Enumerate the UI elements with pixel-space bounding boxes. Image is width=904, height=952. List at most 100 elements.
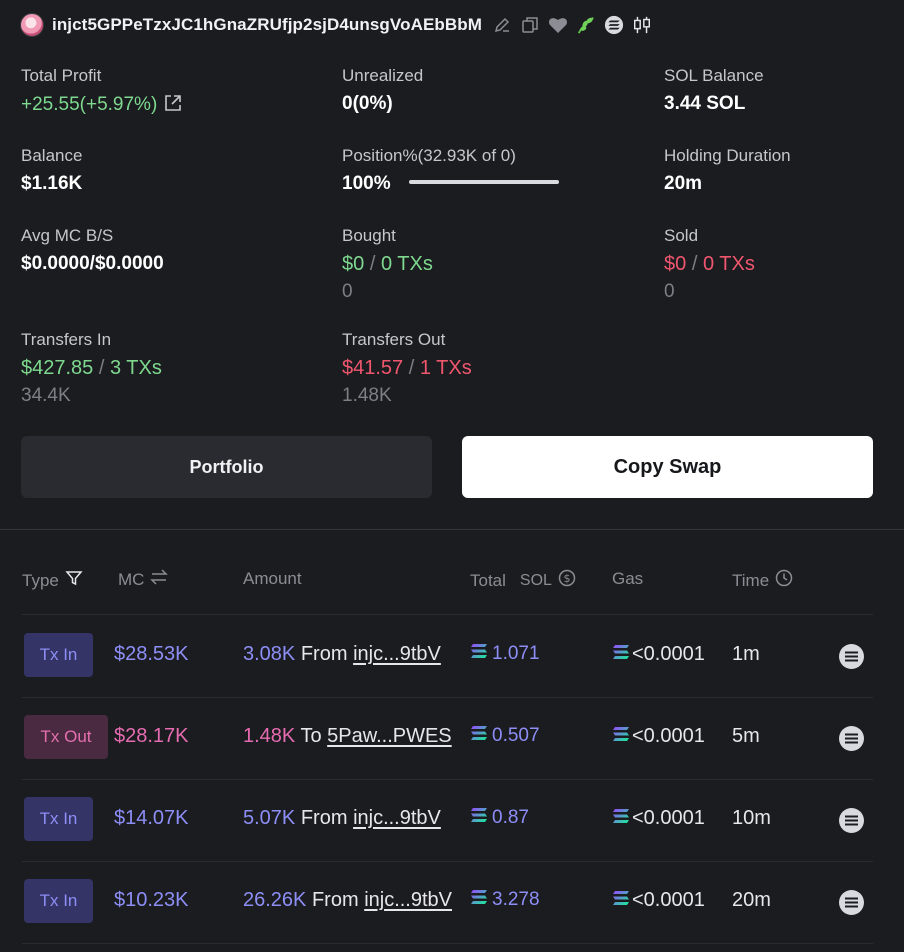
tx-type-badge: Tx Out xyxy=(24,715,108,759)
total-header-label: Total xyxy=(470,570,506,590)
solscan-link-icon[interactable] xyxy=(839,726,864,751)
solana-logo-icon xyxy=(470,725,488,747)
avg-mc-label: Avg MC B/S xyxy=(21,226,114,245)
total-cell: 3.278 xyxy=(470,889,540,911)
external-link-icon[interactable] xyxy=(163,93,183,119)
separator: / xyxy=(691,253,698,275)
sold-label: Sold xyxy=(664,226,699,245)
portfolio-button[interactable]: Portfolio xyxy=(21,436,432,498)
heart-icon[interactable] xyxy=(548,15,568,35)
table-row[interactable]: Tx In $10.23K 26.26K From injc...9tbV 3.… xyxy=(0,861,904,943)
mc-value: $10.23K xyxy=(114,889,189,911)
amount-cell: 26.26K From injc...9tbV xyxy=(243,889,452,912)
mc-value: $28.17K xyxy=(114,725,189,747)
direction-label: From xyxy=(300,807,348,829)
time-value: 1m xyxy=(732,643,760,665)
gas-header-label: Gas xyxy=(612,569,644,588)
wallet-header: injct5GPPeTzxJC1hGnaZRUfjp2sjD4unsgVoAEb… xyxy=(20,10,652,40)
solana-logo-icon xyxy=(612,889,630,912)
avg-mc-value: $0.0000/$0.0000 xyxy=(21,253,164,274)
solscan-link-icon[interactable] xyxy=(839,808,864,833)
edit-icon[interactable] xyxy=(492,15,512,35)
holding-duration-stat: Holding Duration 20m xyxy=(664,146,791,195)
transfers-out-sub: 1.48K xyxy=(342,385,392,406)
gas-value: <0.0001 xyxy=(632,725,705,747)
position-progress-bar xyxy=(408,180,559,184)
wallet-address: injct5GPPeTzxJC1hGnaZRUfjp2sjD4unsgVoAEb… xyxy=(52,15,482,34)
copy-icon[interactable] xyxy=(520,15,540,35)
total-profit-value: +25.55(+5.97%) xyxy=(21,94,158,115)
filter-icon[interactable] xyxy=(65,569,83,592)
separator: / xyxy=(408,357,415,379)
gas-value: <0.0001 xyxy=(632,807,705,829)
table-row[interactable]: Tx Out $28.17K 1.48K To 5Paw...PWES 0.50… xyxy=(0,697,904,779)
swap-arrows-icon[interactable] xyxy=(150,569,169,590)
bought-amount: $0 xyxy=(342,253,365,275)
solana-logo-icon xyxy=(612,807,630,830)
gas-cell: <0.0001 xyxy=(612,643,705,666)
counterparty-address-link[interactable]: injc...9tbV xyxy=(364,889,452,911)
solscan-link-icon[interactable] xyxy=(839,890,864,915)
unrealized-value: 0(0%) xyxy=(342,93,393,114)
balance-stat: Balance $1.16K xyxy=(21,146,82,195)
counterparty-address-link[interactable]: injc...9tbV xyxy=(353,807,441,829)
direction-label: To xyxy=(300,725,322,747)
row-divider xyxy=(22,943,873,944)
gas-value: <0.0001 xyxy=(632,643,705,665)
amount-value: 26.26K xyxy=(243,889,307,911)
column-header-type[interactable]: Type xyxy=(22,569,83,592)
transfers-in-label: Transfers In xyxy=(21,330,112,349)
currency-toggle-icon[interactable]: $ xyxy=(558,569,576,592)
transfers-in-txs: 3 TXs xyxy=(109,357,162,379)
direction-label: From xyxy=(311,889,359,911)
type-header-label: Type xyxy=(22,570,59,590)
bought-stat: Bought $0 / 0 TXs 0 xyxy=(342,226,433,303)
column-header-mc[interactable]: MC xyxy=(118,569,169,590)
balance-label: Balance xyxy=(21,146,83,165)
counterparty-address-link[interactable]: 5Paw...PWES xyxy=(327,725,452,747)
solana-icon[interactable] xyxy=(604,15,624,35)
table-row[interactable]: Tx In $14.07K 5.07K From injc...9tbV 0.8… xyxy=(0,779,904,861)
solana-logo-icon xyxy=(470,889,488,911)
bought-sub: 0 xyxy=(342,281,353,302)
total-value: 1.071 xyxy=(492,643,540,664)
total-cell: 1.071 xyxy=(470,643,540,665)
table-row[interactable]: Tx In $28.53K 3.08K From injc...9tbV 1.0… xyxy=(0,615,904,697)
holding-duration-value: 20m xyxy=(664,173,703,194)
sold-sub: 0 xyxy=(664,281,675,302)
solscan-link-icon[interactable] xyxy=(839,644,864,669)
column-header-time[interactable]: Time xyxy=(732,569,793,592)
tx-type-badge: Tx In xyxy=(24,879,93,923)
bought-label: Bought xyxy=(342,226,396,245)
column-header-total[interactable]: Total SOL $ xyxy=(470,569,576,592)
amount-header-label: Amount xyxy=(243,569,302,588)
solana-logo-icon xyxy=(470,643,488,665)
transfers-in-stat: Transfers In $427.85 / 3 TXs 34.4K xyxy=(21,330,162,407)
bought-txs: 0 TXs xyxy=(380,253,433,275)
position-label: Position%(32.93K of 0) xyxy=(342,146,516,165)
section-divider xyxy=(0,529,904,530)
leaf-icon[interactable] xyxy=(576,15,596,35)
direction-label: From xyxy=(300,643,348,665)
solana-logo-icon xyxy=(612,725,630,748)
total-profit-label: Total Profit xyxy=(21,66,102,85)
amount-cell: 3.08K From injc...9tbV xyxy=(243,643,441,666)
avatar xyxy=(20,13,44,37)
gas-cell: <0.0001 xyxy=(612,889,705,912)
counterparty-address-link[interactable]: injc...9tbV xyxy=(353,643,441,665)
sol-unit-label[interactable]: SOL xyxy=(520,572,552,590)
transfers-in-amount: $427.85 xyxy=(21,357,94,379)
candlestick-icon[interactable] xyxy=(632,15,652,35)
copy-swap-button[interactable]: Copy Swap xyxy=(462,436,873,498)
gas-value: <0.0001 xyxy=(632,889,705,911)
separator: / xyxy=(98,357,105,379)
sold-txs: 0 TXs xyxy=(702,253,755,275)
total-value: 0.87 xyxy=(492,807,529,828)
column-header-gas: Gas xyxy=(612,569,643,589)
unrealized-stat: Unrealized 0(0%) xyxy=(342,66,423,115)
clock-icon[interactable] xyxy=(775,569,793,592)
gas-cell: <0.0001 xyxy=(612,807,705,830)
sold-amount: $0 xyxy=(664,253,687,275)
transfers-in-sub: 34.4K xyxy=(21,385,71,406)
amount-value: 1.48K xyxy=(243,725,296,747)
